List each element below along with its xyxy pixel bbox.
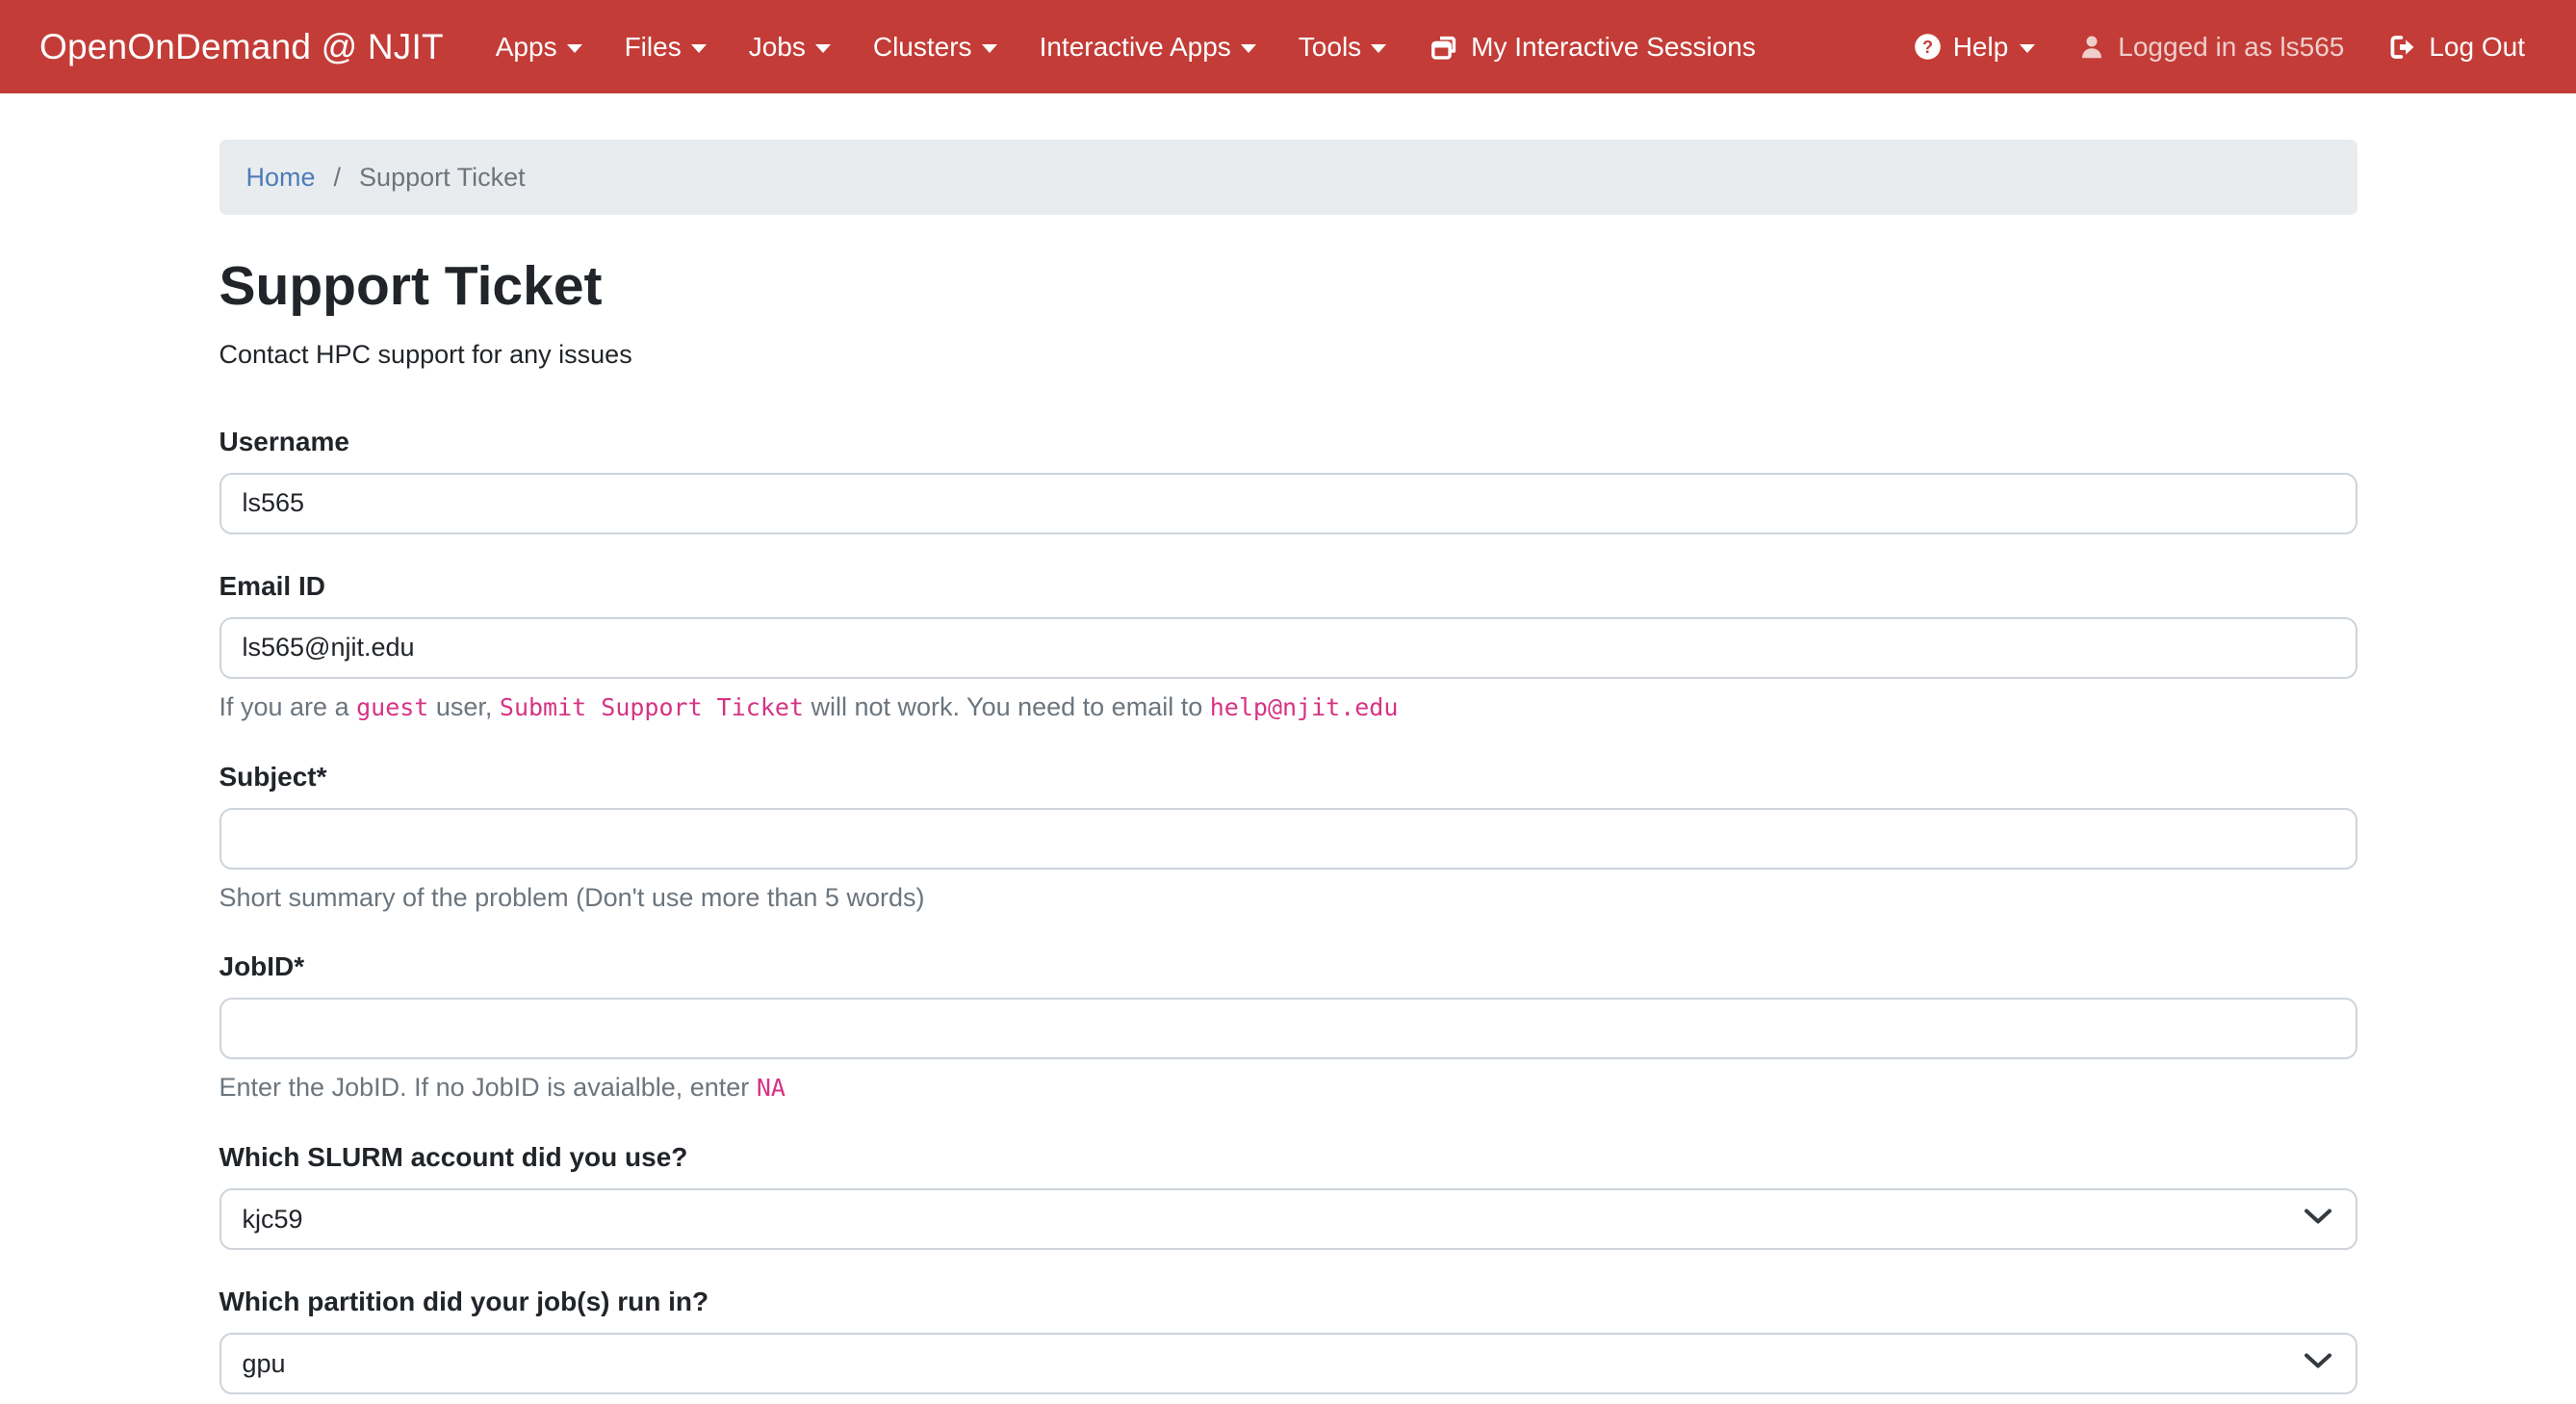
email-help-text: If you are a guest user, Submit Support … bbox=[219, 689, 2357, 725]
page-title: Support Ticket bbox=[219, 255, 2357, 319]
jobid-label: JobID* bbox=[219, 950, 2357, 983]
email-help-code-guest: guest bbox=[356, 693, 428, 721]
main-nav: Apps Files Jobs Clusters Interactive App… bbox=[475, 0, 1777, 93]
svg-text:?: ? bbox=[1922, 38, 1933, 57]
email-help-mid2: will not work. You need to email to bbox=[804, 692, 1210, 721]
logout-button[interactable]: Log Out bbox=[2365, 0, 2525, 93]
nav-help-label: Help bbox=[1953, 32, 2009, 63]
nav-tools-label: Tools bbox=[1299, 32, 1361, 63]
nav-interactive-apps-label: Interactive Apps bbox=[1040, 32, 1231, 63]
breadcrumb-home-link[interactable]: Home bbox=[246, 162, 316, 193]
logout-label: Log Out bbox=[2429, 32, 2525, 63]
email-label: Email ID bbox=[219, 570, 2357, 603]
jobid-help-text: Enter the JobID. If no JobID is avaialbl… bbox=[219, 1070, 2357, 1105]
nav-help[interactable]: ? Help bbox=[1893, 0, 2057, 93]
chevron-down-icon bbox=[1241, 44, 1256, 53]
email-help-prefix: If you are a bbox=[219, 692, 357, 721]
jobid-group: JobID* Enter the JobID. If no JobID is a… bbox=[219, 950, 2357, 1105]
slurm-account-group: Which SLURM account did you use? kjc59 bbox=[219, 1141, 2357, 1250]
nav-files-label: Files bbox=[625, 32, 682, 63]
username-group: Username bbox=[219, 426, 2357, 534]
support-ticket-form: Username Email ID If you are a guest use… bbox=[219, 426, 2357, 1394]
nav-clusters[interactable]: Clusters bbox=[852, 0, 1018, 93]
chevron-down-icon bbox=[567, 44, 582, 53]
slurm-account-label: Which SLURM account did you use? bbox=[219, 1141, 2357, 1174]
nav-interactive-apps[interactable]: Interactive Apps bbox=[1018, 0, 1277, 93]
nav-clusters-label: Clusters bbox=[873, 32, 972, 63]
windows-restore-icon bbox=[1429, 32, 1459, 63]
top-navbar: OpenOnDemand @ NJIT Apps Files Jobs Clus… bbox=[0, 0, 2576, 93]
nav-jobs[interactable]: Jobs bbox=[728, 0, 852, 93]
breadcrumb-current: Support Ticket bbox=[359, 162, 526, 193]
subject-input[interactable] bbox=[219, 808, 2357, 870]
person-icon bbox=[2077, 33, 2106, 62]
nav-apps-label: Apps bbox=[496, 32, 557, 63]
breadcrumb: Home / Support Ticket bbox=[219, 140, 2357, 215]
nav-my-interactive-sessions[interactable]: My Interactive Sessions bbox=[1407, 0, 1777, 93]
email-help-mid1: user, bbox=[428, 692, 500, 721]
email-input[interactable] bbox=[219, 617, 2357, 679]
chevron-down-icon bbox=[815, 44, 831, 53]
username-input[interactable] bbox=[219, 473, 2357, 534]
brand-link[interactable]: OpenOnDemand @ NJIT bbox=[39, 27, 444, 67]
partition-label: Which partition did your job(s) run in? bbox=[219, 1286, 2357, 1318]
slurm-account-select[interactable]: kjc59 bbox=[219, 1188, 2357, 1250]
nav-apps[interactable]: Apps bbox=[475, 0, 604, 93]
email-help-code-submit: Submit Support Ticket bbox=[500, 693, 804, 721]
logged-in-status: Logged in as ls565 bbox=[2056, 0, 2365, 93]
chevron-down-icon bbox=[982, 44, 997, 53]
question-circle-icon: ? bbox=[1914, 33, 1942, 61]
email-help-code-address: help@njit.edu bbox=[1210, 693, 1399, 721]
sign-out-icon bbox=[2386, 32, 2417, 63]
breadcrumb-separator: / bbox=[334, 162, 342, 193]
jobid-help-prefix: Enter the JobID. If no JobID is avaialbl… bbox=[219, 1073, 757, 1102]
navbar-right: ? Help Logged in as ls565 Log bbox=[1893, 0, 2525, 93]
nav-tools[interactable]: Tools bbox=[1277, 0, 1407, 93]
subject-label: Subject* bbox=[219, 761, 2357, 793]
username-label: Username bbox=[219, 426, 2357, 458]
chevron-down-icon bbox=[1371, 44, 1386, 53]
page-subtitle: Contact HPC support for any issues bbox=[219, 340, 2357, 370]
jobid-input[interactable] bbox=[219, 998, 2357, 1059]
email-group: Email ID If you are a guest user, Submit… bbox=[219, 570, 2357, 725]
subject-group: Subject* Short summary of the problem (D… bbox=[219, 761, 2357, 915]
nav-files[interactable]: Files bbox=[604, 0, 728, 93]
nav-jobs-label: Jobs bbox=[749, 32, 806, 63]
chevron-down-icon bbox=[2020, 44, 2035, 53]
nav-my-interactive-sessions-label: My Interactive Sessions bbox=[1471, 32, 1756, 63]
subject-help-text: Short summary of the problem (Don't use … bbox=[219, 880, 2357, 915]
chevron-down-icon bbox=[691, 44, 707, 53]
logged-in-label: Logged in as ls565 bbox=[2118, 32, 2344, 63]
partition-select[interactable]: gpu bbox=[219, 1333, 2357, 1394]
jobid-help-code-na: NA bbox=[757, 1074, 786, 1102]
partition-group: Which partition did your job(s) run in? … bbox=[219, 1286, 2357, 1394]
